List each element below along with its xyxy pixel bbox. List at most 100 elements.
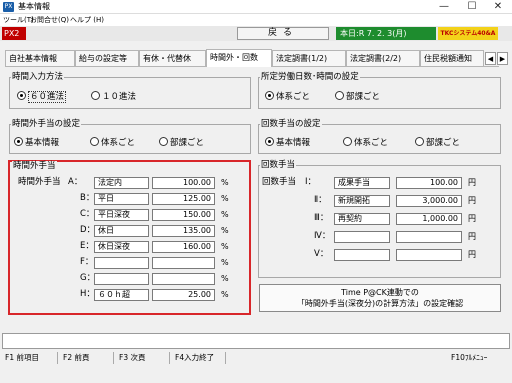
overtime-row-label: F： [80,257,94,267]
percent-unit: % [221,274,229,283]
radio-overtime-dept[interactable]: 部課ごと [159,137,204,148]
confirm-line-1: Time P@CK連動での [341,288,419,297]
count-name-input[interactable] [334,249,390,261]
radio-icon [91,91,100,100]
radio-60-base[interactable]: ６０進法 [17,91,67,103]
radio-icon [335,91,344,100]
overtime-rate-input[interactable]: 100.00 [152,177,215,189]
menu-inquiry[interactable]: お問合せ(Q) [30,14,69,26]
count-row-label: Ⅳ： [314,231,331,241]
message-bar [2,333,510,349]
percent-unit: % [221,290,229,299]
minimize-icon[interactable]: — [430,0,458,14]
radio-selected-icon [265,137,274,146]
radio-10-base[interactable]: １０進法 [91,91,136,102]
radio-overtime-basic[interactable]: 基本情報 [14,137,59,148]
f10-full-menu-button[interactable]: F10ﾌﾙﾒﾆｭｰ [448,352,508,364]
radio-count-basic[interactable]: 基本情報 [265,137,310,148]
radio-count-dept[interactable]: 部課ごと [415,137,460,148]
count-amount-input[interactable] [396,249,462,261]
yen-unit: 円 [468,232,476,241]
percent-unit: % [221,226,229,235]
tab-company-info[interactable]: 自社基本情報 [5,50,75,66]
tab-paid-leave[interactable]: 有休・代替休 [139,50,206,66]
window-title: 基本情報 [18,2,50,11]
count-row-label: Ⅴ： [314,249,329,259]
f2-prev-page-button[interactable]: F2 前頁 [60,352,114,364]
overtime-row-prefix: 時間外手当 [18,177,61,187]
radio-icon [415,137,424,146]
close-icon[interactable]: ✕ [484,0,512,14]
count-row-label: Ⅰ： [305,177,317,187]
count-amount-input[interactable]: 3,000.00 [396,195,462,207]
radio-prescribed-system[interactable]: 体系ごと [265,91,310,102]
radio-count-system[interactable]: 体系ごと [343,137,388,148]
overtime-rate-input[interactable]: 135.00 [152,225,215,237]
radio-icon [159,137,168,146]
overtime-row-label: E： [80,241,94,251]
maximize-icon[interactable]: ☐ [458,0,486,14]
menu-help[interactable]: ヘルプ (H) [70,14,104,26]
count-amount-input[interactable] [396,231,462,243]
count-row-label: Ⅱ： [314,195,327,205]
overtime-rate-input[interactable]: 125.00 [152,193,215,205]
yen-unit: 円 [468,214,476,223]
radio-icon [90,137,99,146]
count-row-prefix: 回数手当 [262,177,297,187]
overtime-setting-title: 時間外手当の設定 [11,119,82,129]
count-name-input[interactable] [334,231,390,243]
overtime-rate-input[interactable] [152,257,215,269]
radio-selected-icon [265,91,274,100]
tab-salary-settings[interactable]: 給与の設定等 [75,50,139,66]
count-amount-input[interactable]: 100.00 [396,177,462,189]
overtime-row-label: C： [80,209,95,219]
percent-unit: % [221,210,229,219]
overtime-title: 時間外手当 [12,161,57,171]
overtime-name-input[interactable]: 平日 [94,193,149,205]
overtime-name-input[interactable]: ６０ｈ超 [94,289,149,301]
count-name-input[interactable]: 新規開拓 [334,195,390,207]
tab-legal-record-2[interactable]: 法定調書(2/2) [346,50,420,66]
radio-selected-icon [17,91,26,100]
percent-unit: % [221,178,229,187]
yen-unit: 円 [468,250,476,259]
overtime-name-input[interactable]: 休日深夜 [94,241,149,253]
input-method-title: 時間入力方法 [11,72,65,82]
tab-scroll-left-icon[interactable]: ◀ [485,52,496,65]
overtime-name-input[interactable] [94,257,149,269]
tab-scroll-right-icon[interactable]: ▶ [497,52,508,65]
overtime-name-input[interactable]: 平日深夜 [94,209,149,221]
percent-unit: % [221,194,229,203]
count-name-input[interactable]: 成果手当 [334,177,390,189]
radio-selected-icon [14,137,23,146]
f4-finish-input-button[interactable]: F4入力終了 [172,352,226,364]
percent-unit: % [221,242,229,251]
overtime-rate-input[interactable]: 160.00 [152,241,215,253]
tab-overtime-count[interactable]: 時間外・回数 [206,49,272,67]
radio-icon [343,137,352,146]
app-icon: PX [3,2,14,12]
overtime-row-label: B： [80,193,95,203]
count-name-input[interactable]: 再契約 [334,213,390,225]
overtime-name-input[interactable]: 休日 [94,225,149,237]
f1-prev-item-button[interactable]: F1 前項目 [2,352,58,364]
tab-resident-tax[interactable]: 住民税額通知 [420,50,484,66]
overtime-rate-input[interactable]: 25.00 [152,289,215,301]
date-badge: 本日:R 7. 2. 3(月) [336,27,436,40]
confirm-line-2: 「時間外手当(深夜分)の計算方法」の設定確認 [296,299,464,308]
tab-legal-record-1[interactable]: 法定調書(1/2) [272,50,346,66]
f3-next-page-button[interactable]: F3 次頁 [116,352,170,364]
count-amount-input[interactable]: 1,000.00 [396,213,462,225]
overtime-rate-input[interactable]: 150.00 [152,209,215,221]
deep-night-calc-confirm-button[interactable]: Time P@CK連動での 「時間外手当(深夜分)の計算方法」の設定確認 [259,284,501,312]
program-code: PX2 [2,27,26,40]
overtime-row-label: D： [80,225,96,235]
prescribed-title: 所定労働日数･時間の設定 [260,72,360,82]
overtime-rate-input[interactable] [152,273,215,285]
overtime-name-input[interactable]: 法定内 [94,177,149,189]
overtime-name-input[interactable] [94,273,149,285]
radio-prescribed-dept[interactable]: 部課ごと [335,91,380,102]
radio-overtime-system[interactable]: 体系ごと [90,137,135,148]
percent-unit: % [221,258,229,267]
back-button[interactable]: 戻る [237,27,329,40]
